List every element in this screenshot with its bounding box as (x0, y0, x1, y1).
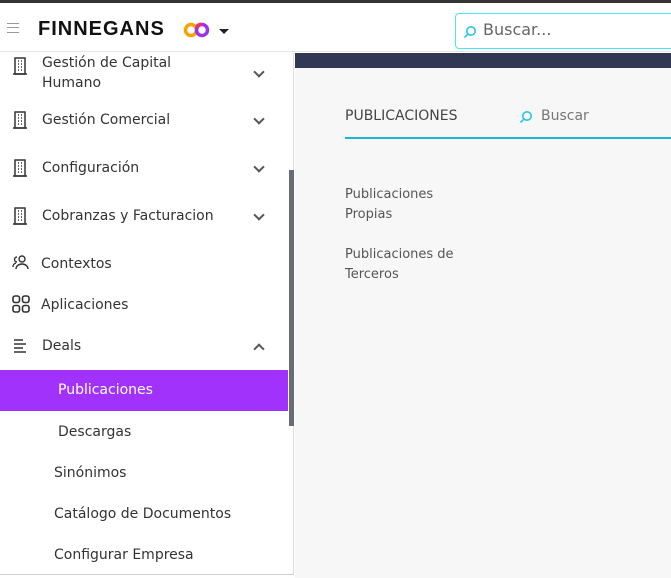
page-title: PUBLICACIONES (345, 108, 458, 124)
sidebar-item-aplicaciones[interactable]: Aplicaciones (0, 295, 288, 315)
chevron-down-icon[interactable] (253, 161, 265, 173)
sidebar-item-label: Publicaciones (58, 382, 153, 398)
chevron-down-icon[interactable] (253, 66, 265, 78)
main-top-bar (295, 53, 671, 68)
chevron-down-icon[interactable] (253, 209, 265, 221)
search-icon (463, 26, 476, 39)
link-publicaciones-terceros[interactable]: Publicaciones de Terceros (345, 245, 455, 285)
sidebar-item-label: Cobranzas y Facturacion (42, 208, 214, 224)
sidebar-item-contextos[interactable]: Contextos (0, 254, 288, 274)
chevron-up-icon[interactable] (253, 343, 265, 355)
sidebar-item-label: Aplicaciones (41, 297, 129, 313)
link-publicaciones-propias[interactable]: Publicaciones Propias (345, 185, 455, 225)
header: FINNEGANS (0, 3, 671, 52)
sidebar-item-label: Gestión de Capital Humano (42, 55, 172, 91)
publications-search-input[interactable]: Buscar (541, 108, 589, 124)
sidebar-item-label: Configurar Empresa (54, 547, 194, 563)
sidebar-item-label: Sinónimos (54, 465, 127, 481)
global-search[interactable] (455, 13, 671, 49)
global-search-input[interactable] (483, 20, 671, 39)
sidebar-item-capital-humano[interactable]: Gestión de Capital Humano (0, 53, 288, 98)
sidebar: Gestión de Capital Humano Gestión Comerc… (0, 53, 294, 575)
sidebar-item-cobranzas[interactable]: Cobranzas y Facturacion (0, 206, 288, 226)
sidebar-scrollbar[interactable] (289, 170, 294, 426)
chevron-down-icon[interactable] (253, 113, 265, 125)
sidebar-subitem-publicaciones[interactable]: Publicaciones (0, 370, 288, 411)
sidebar-item-catalogo[interactable]: Catálogo de Documentos (0, 504, 288, 524)
sidebar-item-label: Deals (42, 338, 82, 354)
menu-icon[interactable] (7, 23, 19, 33)
sidebar-item-sinonimos[interactable]: Sinónimos (0, 463, 288, 483)
align-icon (14, 339, 26, 353)
main-content: PUBLICACIONES Buscar Publicaciones Propi… (295, 53, 671, 578)
sidebar-item-configurar-empresa[interactable]: Configurar Empresa (0, 545, 288, 565)
logo-mark-icon (183, 22, 210, 38)
grid-icon (12, 295, 30, 313)
search-icon (519, 111, 532, 124)
sidebar-item-label: Gestión Comercial (42, 112, 171, 128)
sidebar-item-label: Contextos (41, 256, 112, 272)
sidebar-item-label: Catálogo de Documentos (54, 506, 232, 522)
users-icon (12, 255, 29, 270)
building-icon (13, 57, 27, 75)
building-icon (13, 207, 27, 225)
title-underline (345, 137, 671, 139)
building-icon (13, 159, 27, 177)
sidebar-item-gestion-comercial[interactable]: Gestión Comercial (0, 110, 288, 130)
sidebar-item-configuracion[interactable]: Configuración (0, 158, 288, 178)
sidebar-subitem-descargas[interactable]: Descargas (0, 422, 288, 442)
brand-dropdown-icon[interactable] (219, 29, 229, 34)
sidebar-item-label: Descargas (58, 424, 132, 440)
brand-logo[interactable]: FINNEGANS (38, 18, 165, 41)
sidebar-item-deals[interactable]: Deals (0, 336, 288, 356)
building-icon (13, 111, 27, 129)
sidebar-item-label: Configuración (42, 160, 140, 176)
